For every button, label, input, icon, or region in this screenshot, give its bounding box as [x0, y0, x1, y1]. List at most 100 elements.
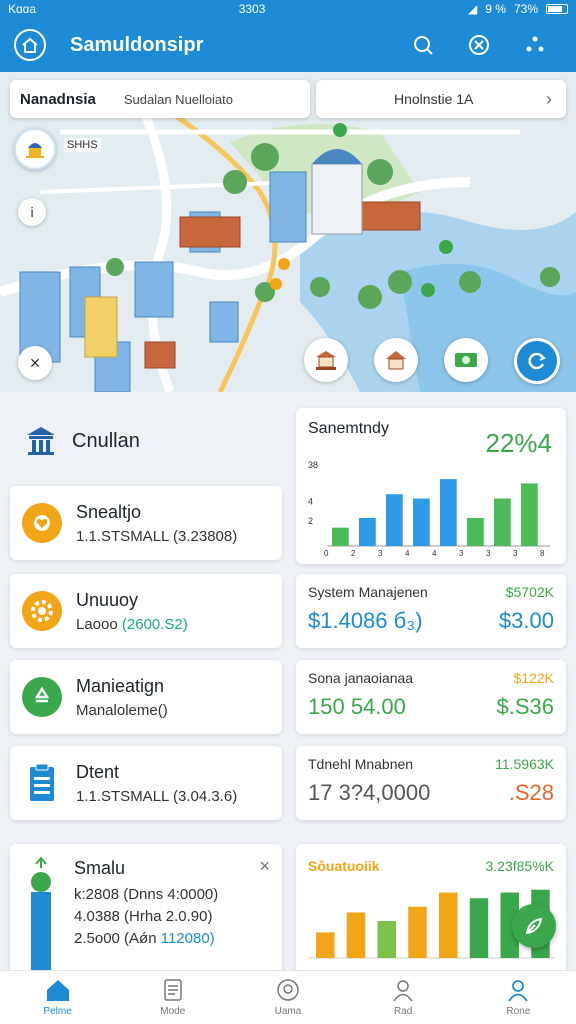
chart-bar	[408, 906, 427, 958]
stat-delta: 11.5963K	[495, 756, 554, 772]
stat-amount: $3.00	[498, 608, 554, 633]
list-item-sub: Manaloleme()	[76, 701, 168, 719]
close-icon	[469, 35, 489, 55]
close-icon: ×	[29, 352, 41, 373]
nav-label: Rone	[506, 1006, 531, 1017]
bottom-chart-delta: 3.23f85%K	[485, 858, 555, 874]
x-tick-label: 0	[324, 549, 329, 558]
stat-card[interactable]: Sona janaoianaa $122K 150 54.00 $.S36	[296, 660, 566, 734]
detail-title: Smalu	[74, 858, 126, 878]
y-tick-label: 38	[308, 460, 318, 470]
x-tick-label: 3	[459, 549, 464, 558]
list-item[interactable]: Snealtjo 1.1.STSMALL (3.23808)	[10, 486, 282, 560]
detail-line-a: k:2808 (Dnns	[74, 886, 164, 903]
x-tick-label: 2	[351, 549, 356, 558]
bottom-nav: Pelme Mode Uama Rad Rone	[0, 970, 576, 1024]
list-item-sub: 1.1.STSMALL	[76, 527, 169, 545]
detail-line: 2.5o00 (Aǿn 112080)	[74, 930, 215, 947]
x-tick-label: 3	[378, 549, 383, 558]
fab-button[interactable]	[512, 904, 556, 948]
stat-amount: .S28	[508, 780, 554, 805]
bottom-chart-title: Sǒuatuoiik	[308, 858, 380, 874]
map-search-bar[interactable]: Nanadnsia Sudalan Nuelloiato	[10, 80, 310, 118]
detail-line: 4.0388 (Hrha 2.0.90)	[74, 908, 212, 925]
recycle-icon	[22, 677, 62, 717]
chart-bar	[494, 498, 511, 546]
status-time: 3303	[238, 2, 266, 16]
stat-label: Sona janaoianaa	[308, 670, 414, 686]
nav-item-mode[interactable]: Mode	[133, 978, 213, 1017]
status-percent: 9 %	[485, 2, 506, 16]
map-refresh-button[interactable]	[514, 338, 560, 384]
list-item-value: (3.23808)	[173, 527, 238, 545]
y-tick-label: 2	[308, 516, 313, 526]
pagoda-icon	[316, 351, 336, 370]
map-close-button[interactable]: ×	[18, 346, 52, 380]
nav-item-profile[interactable]: Rad	[363, 978, 443, 1017]
chart-bar	[386, 494, 403, 546]
stat-card[interactable]: Tdnehl Mnabnen 11.5963K 17 3?4,0000 .S28	[296, 746, 566, 820]
chart-percent: 22%4	[485, 428, 553, 458]
list-item[interactable]: Unuuoy Laooo (2600.S2)	[10, 574, 282, 648]
landmark-badge[interactable]	[14, 128, 56, 170]
document-icon	[164, 979, 182, 1001]
chart-bar	[346, 912, 366, 958]
stat-label: Tdnehl Mnabnen	[308, 756, 414, 772]
summary-chart-card[interactable]: Sanemtndy 22%4 2 4 38 0 2 3 4 4 3 3 3 8	[296, 408, 566, 564]
detail-line-a: 2.5o00 (Aǿn	[74, 930, 157, 947]
home-icon	[46, 980, 69, 1001]
chart-bar	[521, 483, 538, 546]
detail-card[interactable]: Smalu × k:2808 (Dnns 4:0000) 4.0388 (Hrh…	[10, 844, 282, 974]
city-map[interactable]: Nanadnsia Sudalan Nuelloiato Hnolnstie 1…	[0, 72, 576, 392]
map-place-button-2[interactable]	[374, 338, 418, 382]
detail-line-b: 4:0000)	[167, 886, 219, 903]
x-tick-label: 3	[513, 549, 518, 558]
home-button[interactable]	[14, 29, 46, 61]
map-place-button-1[interactable]	[304, 338, 348, 382]
money-icon	[455, 353, 477, 367]
stat-amount: $.S36	[496, 694, 555, 719]
home-icon	[22, 37, 38, 53]
more-button[interactable]	[522, 32, 548, 58]
map-info-button[interactable]: i	[18, 198, 46, 226]
list-item-title: Manieatign	[76, 675, 165, 696]
heart-icon	[22, 503, 62, 543]
status-right: ◢ 9 % 73%	[468, 2, 568, 16]
list-item-title: Dtent	[76, 761, 120, 782]
status-bar: Kɑɑa 3303 ◢ 9 % 73%	[0, 0, 576, 18]
detail-line-b: 2.0.90)	[165, 908, 213, 925]
thermometer-icon	[28, 856, 54, 974]
section-header: Cnullan	[24, 424, 140, 458]
search-icon	[277, 979, 299, 1001]
nav-label: Pelme	[43, 1006, 72, 1017]
temple-icon	[26, 143, 44, 158]
house-icon	[386, 351, 406, 370]
search-icon	[414, 36, 433, 55]
stat-card[interactable]: System Manajenen $5702K $1.4086 б₃) $3.00	[296, 574, 566, 648]
map-place-button-3[interactable]	[444, 338, 488, 382]
x-tick-label: 3	[486, 549, 491, 558]
location-selector[interactable]: Hnolnstie 1A ›	[316, 80, 566, 118]
gear-icon	[22, 591, 62, 631]
nav-item-home[interactable]: Pelme	[18, 978, 98, 1017]
signal-icon: ◢	[468, 2, 478, 16]
search-button[interactable]	[410, 32, 436, 58]
chart-bar	[316, 932, 335, 958]
chart-bar	[413, 498, 430, 546]
nav-item-user[interactable]: Rone	[478, 978, 558, 1017]
list-item-value: (2600.S2)	[121, 615, 188, 633]
list-item-title: Unuuoy	[76, 589, 139, 610]
battery-percent: 73%	[513, 2, 538, 16]
nav-item-search[interactable]: Uama	[248, 978, 328, 1017]
close-button[interactable]	[466, 32, 492, 58]
list-item[interactable]: Manieatign Manaloleme()	[10, 660, 282, 734]
chart-bar	[332, 527, 349, 546]
map-search-label: Nanadnsia	[20, 90, 96, 108]
chart-bar	[377, 921, 396, 958]
list-item-sub: Laooo	[76, 615, 118, 633]
more-icon	[526, 36, 544, 52]
list-item[interactable]: Dtent 1.1.STSMALL (3.04.3.6)	[10, 746, 282, 820]
detail-close-button[interactable]: ×	[259, 856, 270, 877]
x-tick-label: 4	[405, 549, 410, 558]
detail-line: k:2808 (Dnns 4:0000)	[74, 886, 218, 903]
